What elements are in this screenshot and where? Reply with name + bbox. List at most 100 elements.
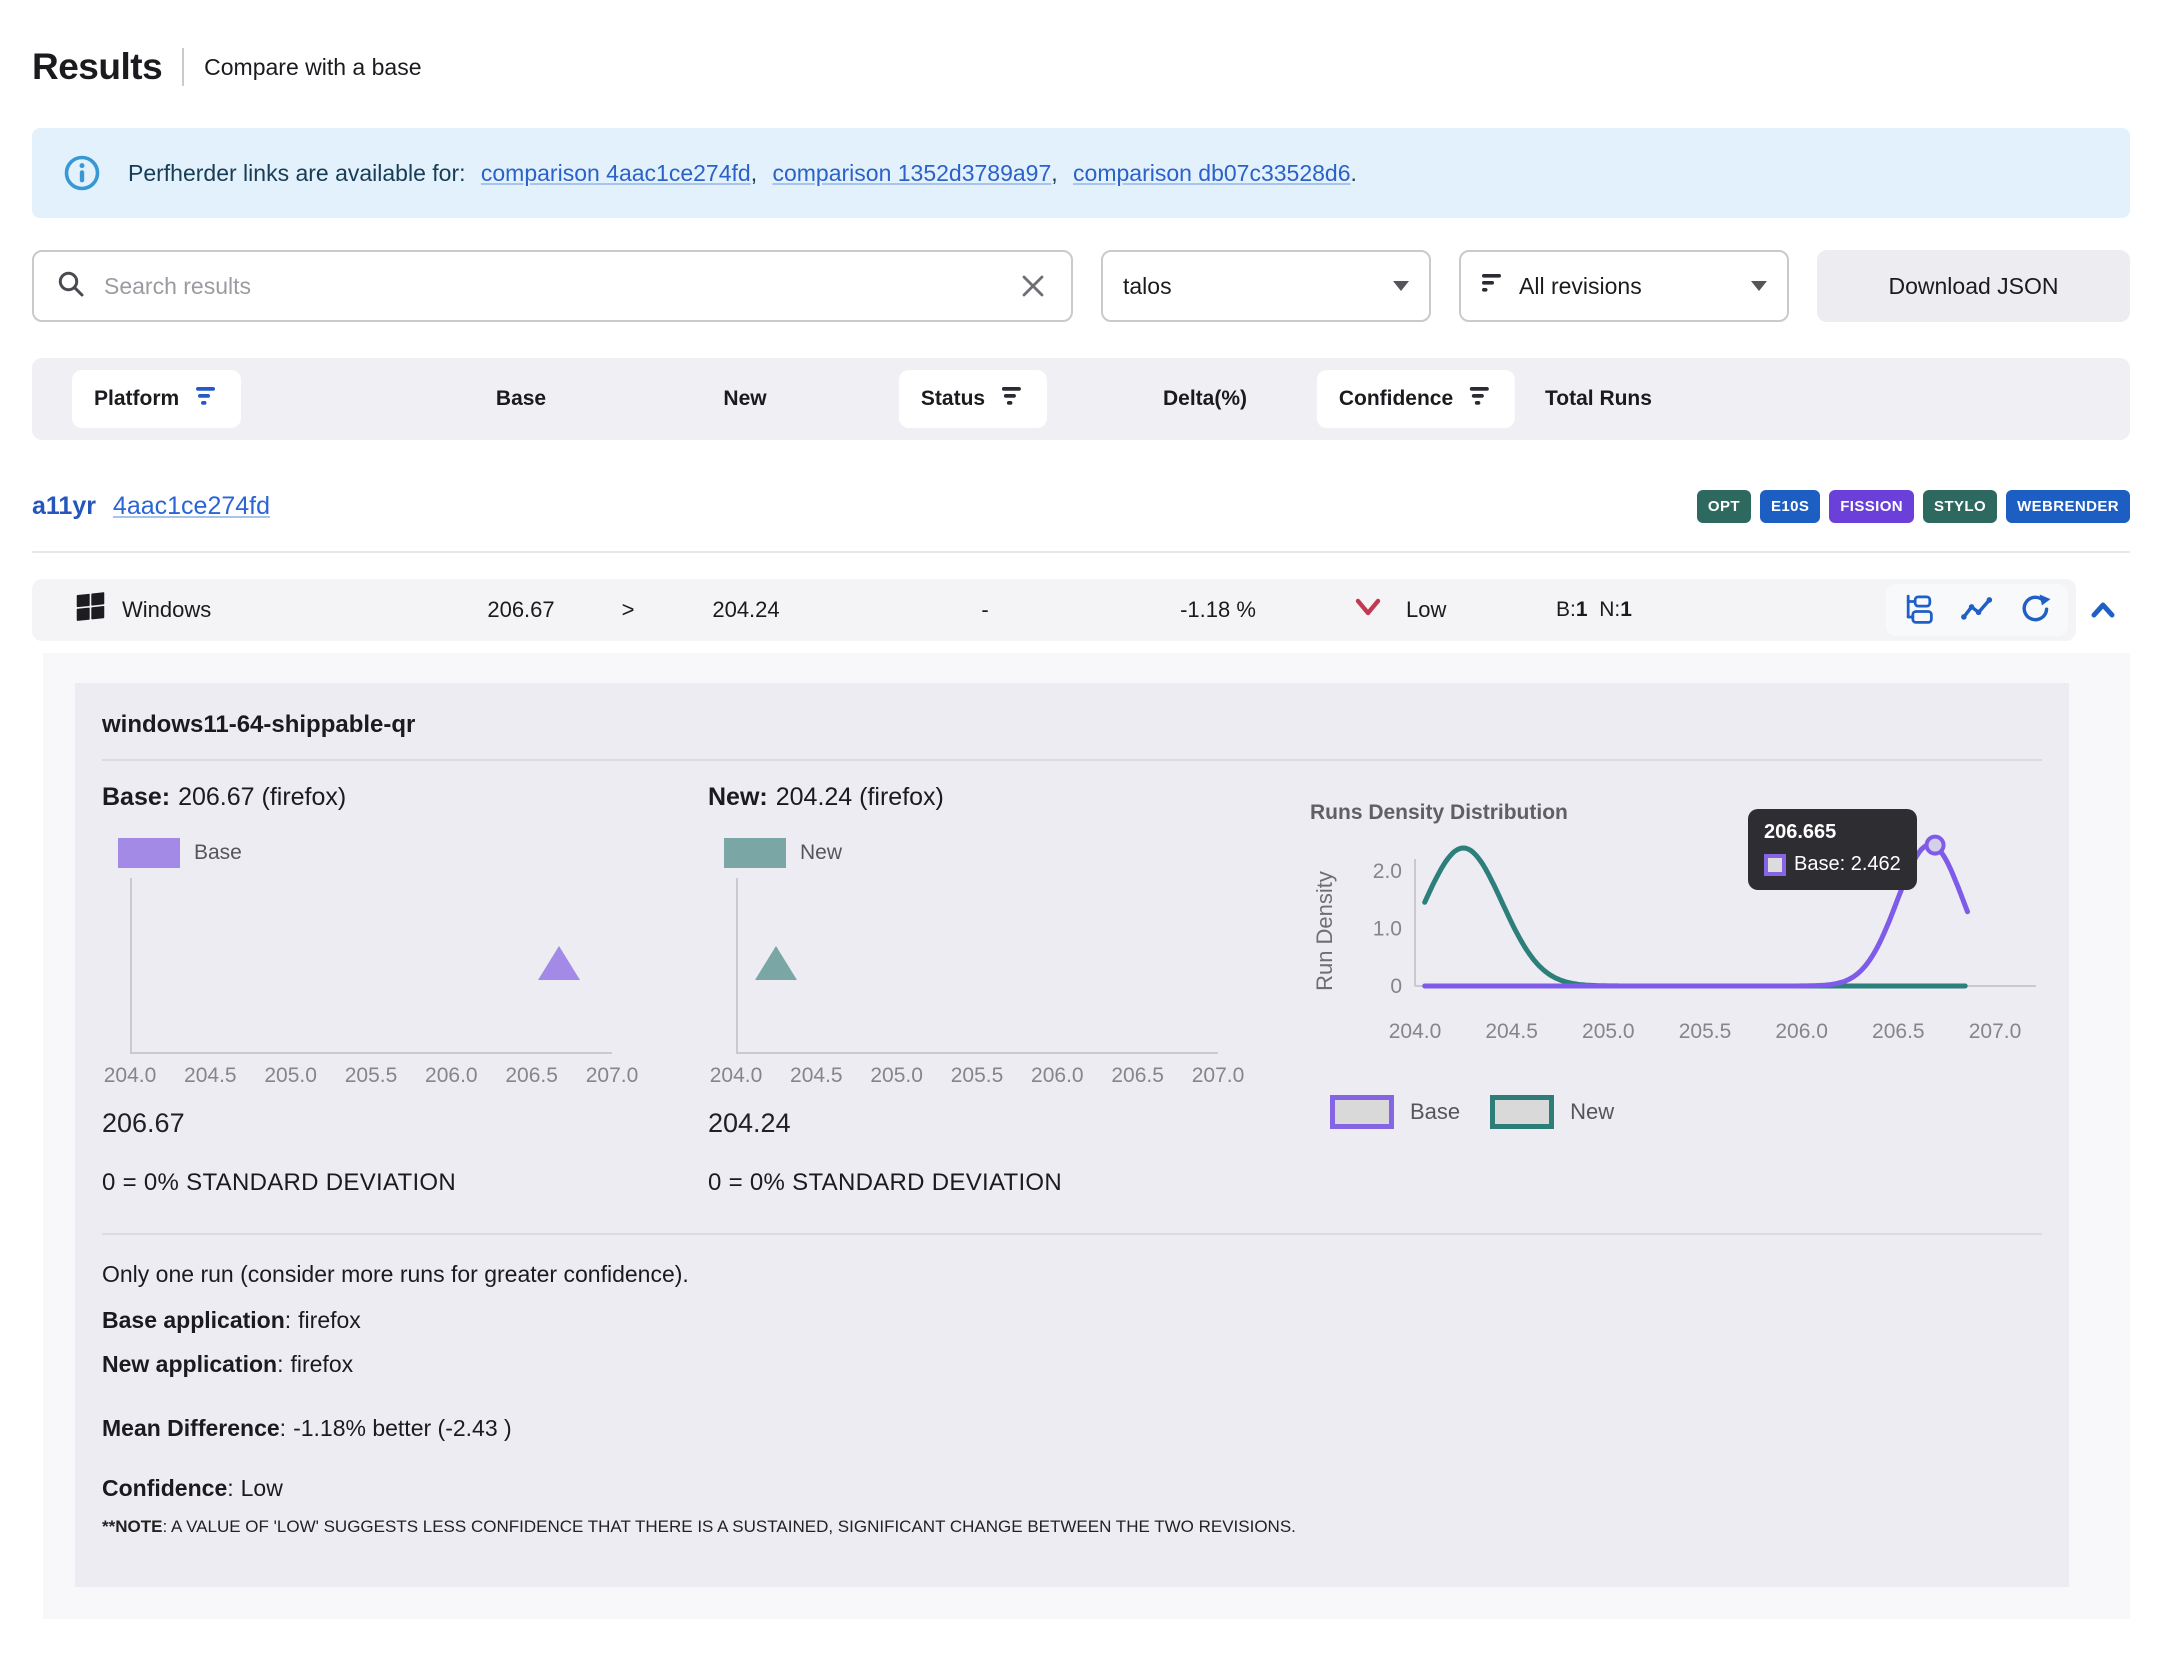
confidence-value: Low [1406,597,1446,623]
title-divider [182,48,184,86]
comparison-link-2[interactable]: comparison 1352d3789a97 [772,160,1051,186]
density-hover-marker[interactable] [1927,837,1944,854]
filter-icon [195,384,219,414]
search-icon [56,269,86,304]
comparison-link-1[interactable]: comparison 4aac1ce274fd [481,160,751,186]
new-summary-label: New: [708,783,768,811]
collapse-row-icon[interactable] [2076,597,2130,623]
platform-value: Windows [122,597,211,623]
comparison-notes: Only one run (consider more runs for gre… [102,1259,2042,1537]
chevron-down-icon [1751,281,1767,291]
platform-cell: Windows [74,590,211,630]
svg-text:206.5: 206.5 [1872,1020,1925,1043]
suite-name-link[interactable]: a11yr [32,492,96,520]
page-title: Results [32,46,162,88]
new-summary: New: 204.24 (firefox) [708,783,1268,812]
mean-difference-line: Mean Difference:-1.18% better (-2.43 ) [102,1413,2042,1443]
status-header-label: Status [921,387,985,411]
panel-divider [102,759,2042,761]
new-stddev-label: 0 = 0% STANDARD DEVIATION [708,1169,1268,1197]
banner-period: . [1351,160,1357,186]
base-runs-count: 1 [1576,598,1588,621]
confidence-header-label: Confidence [1339,387,1453,411]
base-distribution-plot[interactable] [130,878,612,1054]
base-distribution-section: Base:206.67 (firefox) Base 204.0204.5205… [102,783,662,1197]
comparison-sign: > [622,597,635,623]
notes-divider [102,1233,2042,1235]
download-json-button[interactable]: Download JSON [1817,250,2130,322]
total-runs-header-label: Total Runs [1545,387,1652,411]
confidence-note: **NOTE: A VALUE OF 'LOW' SUGGESTS LESS C… [102,1517,2042,1537]
new-mean-value: 204.24 [708,1108,1268,1139]
base-summary: Base:206.67 (firefox) [102,783,662,812]
test-badges: OPT E10S FISSION STYLO WEBRENDER [1697,490,2130,523]
info-icon [62,153,102,193]
new-legend: New [724,838,1268,868]
results-table-header: Platform Base New Status Delta(%) [32,358,2130,440]
retrigger-icon[interactable] [2018,593,2052,627]
framework-select[interactable]: talos [1101,250,1431,322]
base-point-marker[interactable] [538,946,580,980]
density-legend: Base New [1330,1095,2042,1129]
badge-webrender: WEBRENDER [2006,490,2130,523]
tooltip-x-value: 206.665 [1764,821,1901,844]
new-legend-label: New [800,841,842,865]
filter-icon [1481,271,1505,301]
new-summary-value: 204.24 (firefox) [776,783,944,811]
svg-text:204.5: 204.5 [1485,1020,1538,1043]
base-header-label: Base [496,387,546,411]
new-value: 204.24 [712,597,779,623]
new-application-line: New application:firefox [102,1349,2042,1379]
comparison-link-3[interactable]: comparison db07c33528d6 [1073,160,1350,186]
density-new-legend-swatch [1490,1095,1554,1129]
status-filter-button[interactable]: Status [899,370,1047,428]
delta-value: -1.18 % [1180,597,1256,623]
new-distribution-plot[interactable] [736,878,1218,1054]
results-controls: talos All revisions Download JSON [32,250,2130,322]
banner-separator: , [751,160,757,186]
density-x-ticks: 204.0204.5205.0205.5206.0206.5207.0 [1389,1020,2022,1043]
subtests-icon[interactable] [1902,593,1936,627]
new-point-marker[interactable] [755,946,797,980]
density-base-legend-swatch [1330,1095,1394,1129]
search-box[interactable] [32,250,1073,322]
new-runs-label: N: [1599,598,1620,621]
platform-header-label: Platform [94,387,179,411]
search-input[interactable] [102,272,1017,301]
row-action-icons [1886,584,2068,636]
graph-icon[interactable] [1960,593,1994,627]
base-legend: Base [118,838,662,868]
revisions-select[interactable]: All revisions [1459,250,1789,322]
svg-text:206.0: 206.0 [1775,1020,1828,1043]
windows-icon [74,590,107,630]
svg-text:207.0: 207.0 [1969,1020,2022,1043]
runs-density-plot[interactable]: Run Density 01.02.0 204.0204.5205.0205.5… [1310,831,2042,1061]
filter-icon [1001,384,1025,414]
platform-filter-button[interactable]: Platform [72,370,241,428]
base-value: 206.67 [487,597,554,623]
density-y-axis-label: Run Density [1312,871,1337,991]
page-subtitle: Compare with a base [204,54,421,81]
clear-search-icon[interactable] [1017,270,1049,302]
density-base-legend-label: Base [1410,1099,1460,1125]
chart-tooltip: 206.665 Base: 2.462 [1748,809,1917,890]
revision-header-row: a11yr 4aac1ce274fd OPT E10S FISSION STYL… [32,490,2130,553]
base-runs-label: B: [1556,598,1576,621]
svg-text:0: 0 [1390,975,1402,998]
revision-hash-link[interactable]: 4aac1ce274fd [113,492,270,520]
banner-text: Perfherder links are available for: comp… [128,160,1357,187]
confidence-filter-button[interactable]: Confidence [1317,370,1515,428]
base-mean-value: 206.67 [102,1108,662,1139]
filter-icon [1469,384,1493,414]
result-row-bar: Windows 206.67 > 204.24 - -1.18 % Low B:… [32,579,2076,641]
total-runs-cell: B:1 N:1 [1556,598,1632,622]
base-summary-value: 206.67 (firefox) [178,783,346,811]
expanded-detail-container: windows11-64-shippable-qr Base:206.67 (f… [43,653,2130,1619]
new-header-label: New [723,387,766,411]
page-header: Results Compare with a base [32,44,2130,90]
new-runs-count: 1 [1620,598,1632,621]
tooltip-swatch [1764,854,1786,876]
confidence-line: Confidence:Low [102,1473,2042,1503]
result-row: Windows 206.67 > 204.24 - -1.18 % Low B:… [32,579,2130,641]
info-banner: Perfherder links are available for: comp… [32,128,2130,218]
